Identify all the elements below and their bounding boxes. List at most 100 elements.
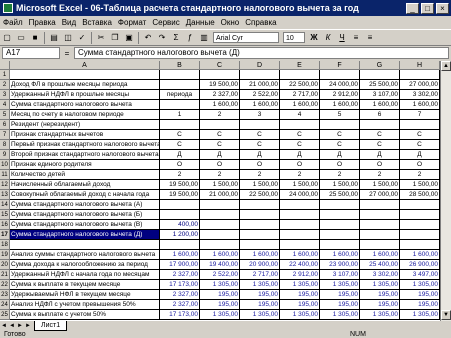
maximize-button[interactable]: □: [421, 2, 434, 14]
data-cell[interactable]: 3 107,00: [320, 270, 360, 280]
data-cell[interactable]: [200, 230, 240, 240]
row-header[interactable]: 21: [0, 270, 10, 280]
data-cell[interactable]: 25 500,00: [320, 190, 360, 200]
row-label-cell[interactable]: Сумма стандартного налогового вычета: [10, 100, 160, 110]
data-cell[interactable]: [200, 240, 240, 250]
row-header[interactable]: 3: [0, 90, 10, 100]
menu-data[interactable]: Данные: [183, 18, 218, 27]
data-cell[interactable]: 195,00: [280, 300, 320, 310]
data-cell[interactable]: [160, 100, 200, 110]
data-cell[interactable]: 21 000,00: [200, 190, 240, 200]
row-label-cell[interactable]: Сумма к выплате с учетом 50%: [10, 310, 160, 320]
data-cell[interactable]: 1 600,00: [320, 250, 360, 260]
row-header[interactable]: 18: [0, 240, 10, 250]
data-cell[interactable]: 22 500,00: [240, 190, 280, 200]
data-cell[interactable]: 1 305,00: [280, 310, 320, 320]
data-cell[interactable]: Д: [200, 150, 240, 160]
row-label-cell[interactable]: Резидент (нерезидент): [10, 120, 160, 130]
data-cell[interactable]: С: [200, 140, 240, 150]
data-cell[interactable]: 19 500,00: [160, 180, 200, 190]
data-cell[interactable]: 1 305,00: [200, 280, 240, 290]
open-icon[interactable]: ▭: [15, 32, 27, 44]
data-cell[interactable]: 26 900,00: [400, 260, 440, 270]
row-label-cell[interactable]: Анализ НДФЛ с учетом превышения 50%: [10, 300, 160, 310]
menu-tools[interactable]: Сервис: [149, 18, 182, 27]
data-cell[interactable]: 25 500,00: [360, 80, 400, 90]
row-header[interactable]: 23: [0, 290, 10, 300]
data-cell[interactable]: С: [160, 140, 200, 150]
row-label-cell[interactable]: Признак единого родителя: [10, 160, 160, 170]
underline-icon[interactable]: Ч: [336, 32, 348, 44]
row-label-cell[interactable]: [10, 240, 160, 250]
data-cell[interactable]: 1 305,00: [240, 310, 280, 320]
data-cell[interactable]: [240, 220, 280, 230]
data-cell[interactable]: С: [280, 140, 320, 150]
data-cell[interactable]: [240, 120, 280, 130]
data-cell[interactable]: 2: [360, 170, 400, 180]
data-cell[interactable]: 7: [400, 110, 440, 120]
data-cell[interactable]: 1 600,00: [320, 100, 360, 110]
tab-prev-icon[interactable]: ◄: [8, 323, 16, 329]
row-label-cell[interactable]: Первый признак стандартного налогового в…: [10, 140, 160, 150]
new-icon[interactable]: ▢: [1, 32, 13, 44]
data-cell[interactable]: 6: [360, 110, 400, 120]
data-cell[interactable]: 195,00: [360, 300, 400, 310]
data-cell[interactable]: [360, 210, 400, 220]
data-cell[interactable]: [400, 240, 440, 250]
data-cell[interactable]: 195,00: [360, 290, 400, 300]
menu-help[interactable]: Справка: [242, 18, 279, 27]
data-cell[interactable]: 2 327,00: [160, 300, 200, 310]
data-cell[interactable]: 22 500,00: [280, 80, 320, 90]
row-header[interactable]: 13: [0, 190, 10, 200]
row-label-cell[interactable]: Признак стандартных вычетов: [10, 130, 160, 140]
data-cell[interactable]: [160, 120, 200, 130]
data-cell[interactable]: С: [400, 140, 440, 150]
autosum-icon[interactable]: Σ: [170, 32, 182, 44]
data-cell[interactable]: [280, 220, 320, 230]
sheet-tab-1[interactable]: Лист1: [34, 321, 68, 331]
data-cell[interactable]: 2 327,00: [160, 290, 200, 300]
data-cell[interactable]: 1 305,00: [360, 280, 400, 290]
row-header[interactable]: 4: [0, 100, 10, 110]
data-cell[interactable]: 1 305,00: [320, 280, 360, 290]
data-cell[interactable]: Д: [240, 150, 280, 160]
data-cell[interactable]: 195,00: [280, 290, 320, 300]
data-cell[interactable]: 1 305,00: [200, 310, 240, 320]
redo-icon[interactable]: ↷: [156, 32, 168, 44]
data-cell[interactable]: 2: [200, 110, 240, 120]
spelling-icon[interactable]: ✓: [76, 32, 88, 44]
data-cell[interactable]: О: [360, 160, 400, 170]
data-cell[interactable]: 1 500,00: [200, 180, 240, 190]
data-cell[interactable]: 19 400,00: [200, 260, 240, 270]
data-cell[interactable]: [200, 70, 240, 80]
data-cell[interactable]: 2: [320, 170, 360, 180]
data-cell[interactable]: 195,00: [240, 300, 280, 310]
row-header[interactable]: 17: [0, 230, 10, 240]
data-cell[interactable]: 1 500,00: [400, 180, 440, 190]
data-cell[interactable]: 2 912,00: [280, 270, 320, 280]
row-header[interactable]: 14: [0, 200, 10, 210]
column-header-e[interactable]: E: [280, 61, 320, 70]
data-cell[interactable]: 1 600,00: [200, 250, 240, 260]
data-cell[interactable]: С: [200, 130, 240, 140]
data-cell[interactable]: 17 900,00: [160, 260, 200, 270]
row-header[interactable]: 6: [0, 120, 10, 130]
data-cell[interactable]: Д: [320, 150, 360, 160]
data-cell[interactable]: 2 717,00: [280, 90, 320, 100]
data-cell[interactable]: 20 900,00: [240, 260, 280, 270]
data-cell[interactable]: 1 600,00: [400, 250, 440, 260]
column-header-h[interactable]: H: [400, 61, 440, 70]
data-cell[interactable]: 4: [280, 110, 320, 120]
data-cell[interactable]: 400,00: [160, 220, 200, 230]
data-cell[interactable]: 17 173,00: [160, 280, 200, 290]
data-cell[interactable]: С: [160, 130, 200, 140]
tab-next-icon[interactable]: ►: [16, 323, 24, 329]
data-cell[interactable]: 1 500,00: [320, 180, 360, 190]
data-cell[interactable]: [160, 210, 200, 220]
data-cell[interactable]: [360, 240, 400, 250]
data-cell[interactable]: 27 000,00: [400, 80, 440, 90]
data-cell[interactable]: 3: [240, 110, 280, 120]
data-cell[interactable]: 1 600,00: [360, 250, 400, 260]
row-header[interactable]: 19: [0, 250, 10, 260]
data-cell[interactable]: [360, 70, 400, 80]
